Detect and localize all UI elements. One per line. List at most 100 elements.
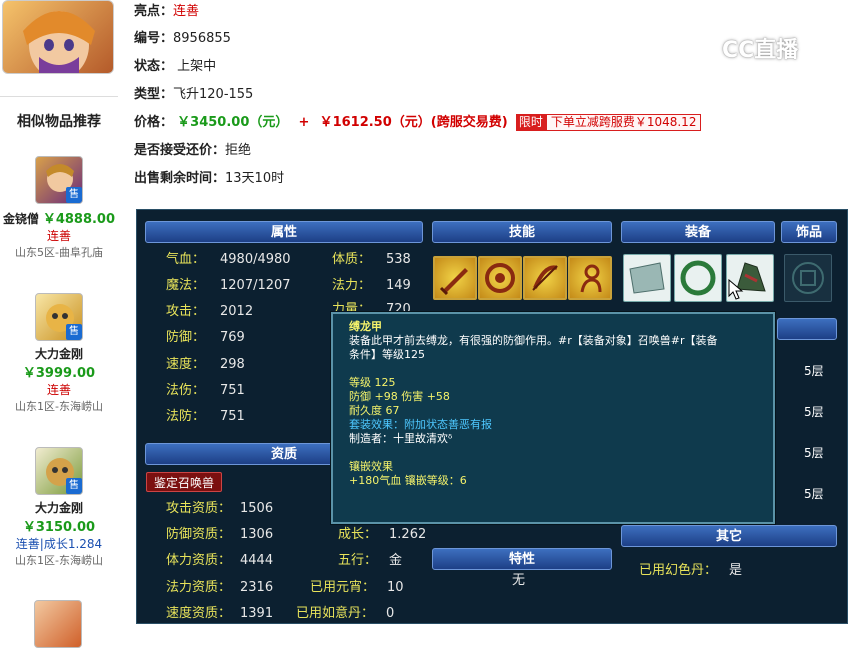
tooltip-level: 等级 125 bbox=[349, 376, 396, 389]
sold-badge: 售 bbox=[66, 187, 82, 203]
aptitude-row: 成长： 1.262 bbox=[338, 525, 426, 545]
other-key: 已用幻色丹： bbox=[639, 563, 718, 578]
item-avatar[interactable]: 售 bbox=[35, 447, 83, 495]
armor-icon bbox=[629, 262, 665, 294]
attr-value: 751 bbox=[220, 409, 245, 424]
aptitude-row: 五行： 金 bbox=[338, 551, 402, 571]
aptitude-row: 已用元宵： 10 bbox=[310, 578, 404, 598]
aptitude-key: 五行： bbox=[338, 553, 378, 568]
attr-row: 魔法： 1207/1207 bbox=[166, 276, 291, 296]
highlight-label: 亮点： bbox=[134, 4, 174, 19]
item-avatar[interactable]: 售 bbox=[35, 293, 83, 341]
attr-value: 1207/1207 bbox=[220, 278, 291, 293]
item-price: ￥3999.00 bbox=[22, 366, 96, 381]
attr-key: 法伤： bbox=[166, 383, 206, 398]
skill-slot[interactable] bbox=[523, 256, 567, 300]
attr-row: 法伤： 751 bbox=[166, 381, 245, 401]
aptitude-row: 速度资质： 1391 bbox=[166, 604, 273, 624]
type-label: 类型： bbox=[134, 87, 174, 102]
similar-item[interactable]: 售 金铙僧 ￥4888.00 连善 山东5区-曲阜孔庙 bbox=[0, 156, 118, 260]
cc-live-logo: CC直播 bbox=[722, 38, 799, 63]
attr-value: 4980/4980 bbox=[220, 252, 291, 267]
attr-value: 538 bbox=[386, 252, 411, 267]
trait-header: 特性 bbox=[432, 548, 612, 570]
status-value: 上架中 bbox=[177, 59, 217, 74]
aptitude-key: 成长： bbox=[338, 527, 378, 542]
equipment-armor[interactable] bbox=[623, 254, 671, 302]
id-label: 编号： bbox=[134, 31, 174, 46]
other-row: 已用幻色丹： 是 bbox=[639, 561, 742, 581]
bow-skill-icon bbox=[532, 265, 558, 291]
aptitude-row: 防御资质： 1306 bbox=[166, 525, 273, 545]
skill-slot[interactable] bbox=[478, 256, 522, 300]
type-value: 飞升120-155 bbox=[173, 87, 254, 102]
tooltip-desc: 装备此甲才前去缚龙，有很强的防御作用。#r【装备对象】召唤兽#r【装备 bbox=[349, 334, 718, 347]
aptitude-key: 攻击资质： bbox=[166, 501, 232, 516]
attr-key: 防御： bbox=[166, 330, 206, 345]
aptitude-key: 法力资质： bbox=[166, 580, 232, 595]
attr-value: 298 bbox=[220, 357, 245, 372]
sold-badge: 售 bbox=[66, 478, 82, 494]
status-label: 状态： bbox=[134, 59, 174, 74]
item-name[interactable]: 大力金刚 bbox=[0, 499, 118, 516]
attr-row: 攻击： 2012 bbox=[166, 302, 253, 322]
aptitude-value: 2316 bbox=[240, 580, 274, 595]
item-avatar[interactable] bbox=[34, 600, 82, 648]
attr-key: 体质： bbox=[332, 252, 372, 267]
aptitude-value: 1391 bbox=[240, 606, 274, 621]
aptitude-value: 4444 bbox=[240, 553, 274, 568]
item-server: 山东1区-东海崂山 bbox=[15, 554, 103, 567]
tooltip-set-effect: 套装效果：附加状态善恶有报 bbox=[349, 418, 492, 431]
item-price: ￥4888.00 bbox=[42, 212, 116, 227]
figure-skill-icon bbox=[580, 264, 602, 293]
layer-value: 5层 bbox=[804, 446, 824, 460]
equipment-collar[interactable] bbox=[674, 254, 722, 302]
attr-key: 气血： bbox=[166, 252, 206, 267]
bargain-value: 拒绝 bbox=[225, 143, 252, 158]
other-value: 是 bbox=[729, 563, 743, 578]
equipment-tooltip: 缚龙甲 装备此甲才前去缚龙，有很强的防御作用。#r【装备对象】召唤兽#r【装备 … bbox=[331, 312, 775, 524]
aptitude-key: 已用如意丹： bbox=[296, 606, 375, 621]
aptitude-key: 防御资质： bbox=[166, 527, 232, 542]
similar-item[interactable]: 售 大力金刚 ￥3150.00 连善|成长1.284 山东1区-东海崂山 bbox=[0, 447, 118, 568]
tooltip-inlay-title: 镶嵌效果 bbox=[349, 460, 393, 473]
limit-badge: 限时 bbox=[515, 114, 546, 131]
aptitude-value: 金 bbox=[389, 553, 403, 568]
attr-key: 魔法： bbox=[166, 278, 206, 293]
attr-row: 体质： 538 bbox=[332, 250, 411, 270]
price-extra: ￥1612.50（元）(跨服交易费) bbox=[319, 115, 508, 130]
aptitude-key: 已用元宵： bbox=[310, 580, 376, 595]
layer-value: 5层 bbox=[804, 487, 824, 501]
item-highlight: 连善 bbox=[46, 383, 71, 397]
mouse-cursor-icon bbox=[728, 279, 744, 300]
layer-value: 5层 bbox=[804, 405, 824, 419]
item-name[interactable]: 金铙僧 bbox=[3, 212, 39, 226]
tooltip-title: 缚龙甲 bbox=[349, 320, 382, 333]
aptitude-value: 1306 bbox=[240, 527, 274, 542]
skill-slot[interactable] bbox=[568, 256, 612, 300]
attr-row: 法力： 149 bbox=[332, 276, 411, 296]
similar-item[interactable]: 售 大力金刚 ￥3999.00 连善 山东1区-东海崂山 bbox=[0, 293, 118, 414]
accessory-slot[interactable] bbox=[784, 254, 832, 302]
item-price: ￥3150.00 bbox=[22, 520, 96, 535]
accessory-header: 饰品 bbox=[781, 221, 837, 243]
attr-row: 法防： 751 bbox=[166, 407, 245, 427]
other-header: 其它 bbox=[621, 525, 837, 547]
attr-row: 防御： 769 bbox=[166, 328, 245, 348]
item-server: 山东1区-东海崂山 bbox=[15, 400, 103, 413]
eye-skill-icon bbox=[485, 263, 515, 293]
item-avatar[interactable]: 售 bbox=[35, 156, 83, 204]
limit-offer[interactable]: 下单立减跨服费￥1048.12 bbox=[545, 114, 702, 131]
bargain-label: 是否接受还价： bbox=[134, 143, 226, 158]
remain-value: 13天10时 bbox=[225, 171, 285, 186]
appraise-pet-button[interactable]: 鉴定召唤兽 bbox=[146, 472, 222, 492]
highlight-value: 连善 bbox=[173, 4, 200, 19]
tooltip-durability: 耐久度 67 bbox=[349, 404, 400, 417]
item-name[interactable]: 大力金刚 bbox=[0, 345, 118, 362]
accessory-empty-icon bbox=[792, 262, 824, 294]
skills-header: 技能 bbox=[432, 221, 612, 243]
attr-key: 法防： bbox=[166, 409, 206, 424]
layers-header bbox=[777, 318, 837, 340]
skill-slot[interactable] bbox=[433, 256, 477, 300]
tooltip-maker: 制造者：十里故清欢ᵟ bbox=[349, 432, 453, 445]
